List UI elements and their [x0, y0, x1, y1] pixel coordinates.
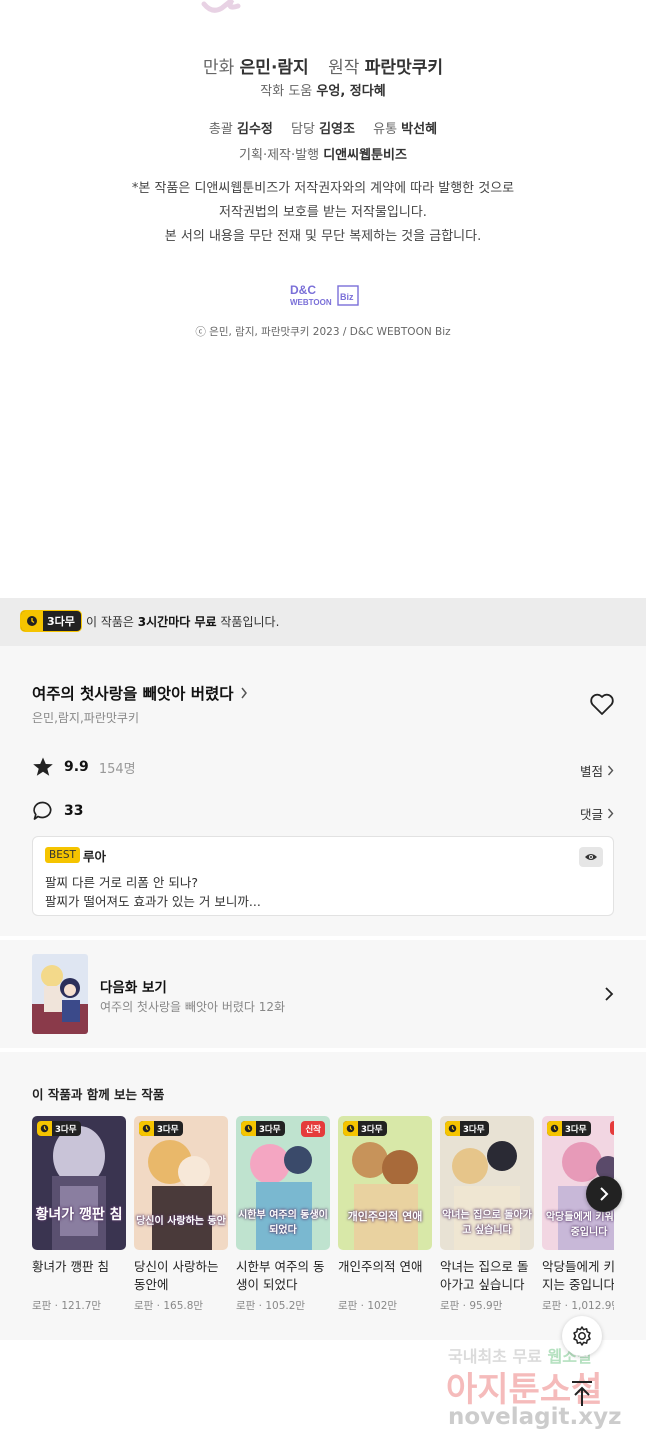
three-hour-free-badge: 3다무 — [37, 1121, 81, 1136]
recommendations-section: 이 작품과 함께 보는 작품 황녀가 깽판 침 3다무 황녀가 깽판 침 로판 … — [0, 1052, 646, 1340]
clock-icon — [139, 1121, 154, 1136]
cover-image: 개인주의적 연애 3다무 — [338, 1116, 432, 1250]
chevron-right-icon — [600, 1187, 609, 1201]
recommendation-card[interactable]: 시한부 여주의 동생이 되었다 3다무 신작 시한부 여주의 동생이 되었다 로… — [236, 1116, 330, 1313]
gear-icon — [573, 1326, 591, 1346]
recommendation-meta: 로판 · 105.2만 — [236, 1300, 306, 1312]
recommendation-meta: 로판 · 165.8만 — [134, 1300, 204, 1312]
chevron-right-icon — [607, 765, 614, 776]
rating-row: 9.9 154명 — [32, 756, 136, 778]
scroll-to-top-icon[interactable] — [568, 1378, 596, 1408]
comment-bubble-icon — [33, 801, 52, 820]
recommendation-card[interactable]: 개인주의적 연애 3다무 개인주의적 연애 로판 · 102만 — [338, 1116, 432, 1313]
comment-row: 33 — [32, 800, 83, 822]
dnc-webtoon-biz-logo: D&C WEBTOON Biz — [290, 283, 359, 307]
recommendation-title: 악녀는 집으로 돌아가고 싶습니다 — [440, 1259, 529, 1292]
work-info-section: 여주의 첫사랑을 빼앗아 버렸다 은민,람지,파란맛쿠키 9.9 154명 별점… — [0, 646, 646, 936]
rating-count: 154명 — [98, 761, 136, 777]
cover-image: 시한부 여주의 동생이 되었다 3다무 신작 — [236, 1116, 330, 1250]
recommendation-card[interactable]: 황녀가 깽판 침 3다무 황녀가 깽판 침 로판 · 121.7만 — [32, 1116, 126, 1313]
logo-biz-text: Biz — [340, 292, 354, 302]
clock-icon — [21, 611, 43, 631]
three-hour-free-badge: 3다무 — [20, 610, 82, 632]
next-episode-subtitle: 여주의 첫사랑을 빼앗아 버렸다 12화 — [100, 1000, 286, 1014]
best-tag: BEST — [45, 847, 80, 863]
work-title: 여주의 첫사랑을 빼앗아 버렸다 — [32, 685, 234, 703]
three-hour-free-badge: 3다무 — [445, 1121, 489, 1136]
clock-icon — [241, 1121, 256, 1136]
cover-image: 황녀가 깽판 침 3다무 — [32, 1116, 126, 1250]
recommendation-title: 황녀가 깽판 침 — [32, 1259, 109, 1274]
next-episode-row[interactable]: 다음화 보기 여주의 첫사랑을 빼앗아 버렸다 12화 — [0, 940, 646, 1048]
recommendation-meta: 로판 · 95.9만 — [440, 1300, 503, 1312]
recommendation-meta: 로판 · 1,012.9만 — [542, 1300, 614, 1312]
three-hour-free-badge: 3다무 — [343, 1121, 387, 1136]
decoration-ribbon-icon — [201, 0, 241, 13]
recommendation-card[interactable]: 악녀는 집으로 돌아가고 싶습니다 3다무 악녀는 집으로 돌아가고 싶습니다 … — [440, 1116, 534, 1313]
credits-section: 만화 은민·람지 원작 파란맛쿠키 작화 도움 우엉, 정다혜 총괄 김수정 담… — [0, 0, 646, 598]
rating-link[interactable]: 별점 — [580, 761, 614, 780]
recommendation-title: 악당들에게 키워지는 중입니다 — [542, 1259, 614, 1292]
clock-icon — [547, 1121, 562, 1136]
logo-main-text: D&C — [290, 283, 316, 297]
recommendation-meta: 로판 · 102만 — [338, 1300, 398, 1312]
new-flag: 신작 — [301, 1121, 325, 1137]
comment-text-line: 팔찌 다른 거로 리폼 안 되나? — [45, 875, 199, 890]
credit-line-publisher: 기획·제작·발행 디앤씨웹툰비즈 — [239, 148, 407, 163]
recommendation-card[interactable]: 악당들에게 키워지는 중입니다 3다무 UP 악당들에게 키워지는 중입니다 로… — [542, 1116, 614, 1313]
recommendation-title: 시한부 여주의 동생이 되었다 — [236, 1259, 325, 1292]
up-flag: UP — [609, 1121, 614, 1135]
chevron-right-icon — [240, 687, 247, 699]
comment-count: 33 — [64, 803, 84, 819]
three-hour-free-badge: 3다무 — [139, 1121, 183, 1136]
recommendation-card[interactable]: 당신이 사랑하는 동안 3다무 당신이 사랑하는 동안에 로판 · 165.8만 — [134, 1116, 228, 1313]
chevron-right-icon — [605, 987, 614, 1001]
credit-line-assist: 작화 도움 우엉, 정다혜 — [260, 84, 386, 99]
credit-line-artist: 만화 은민·람지 원작 파란맛쿠키 — [202, 58, 443, 78]
cover-image: 악녀는 집으로 돌아가고 싶습니다 3다무 — [440, 1116, 534, 1250]
comment-user: 루아 — [83, 849, 107, 864]
copyright-notice-line: *본 작품은 디앤씨웹툰비즈가 저작권자와의 계약에 따라 발행한 것으로 — [131, 181, 515, 196]
three-hour-free-badge: 3다무 — [547, 1121, 591, 1136]
eye-icon[interactable] — [579, 847, 603, 867]
comment-link[interactable]: 댓글 — [580, 804, 614, 823]
copyright-line: ⓒ 은민, 람지, 파란맛쿠키 2023 / D&C WEBTOON Biz — [195, 326, 451, 338]
recommendation-meta: 로판 · 121.7만 — [32, 1300, 102, 1312]
recommendation-title: 당신이 사랑하는 동안에 — [134, 1259, 219, 1292]
chevron-right-icon — [607, 808, 614, 819]
credit-line-staff: 총괄 김수정 담당 김영조 유통 박선혜 — [208, 122, 438, 137]
clock-icon — [445, 1121, 460, 1136]
clock-icon — [37, 1121, 52, 1136]
best-comment-card[interactable]: BEST 루아 팔찌 다른 거로 리폼 안 되나? 팔찌가 떨어져도 효과가 있… — [32, 836, 614, 916]
recommendations-list: 황녀가 깽판 침 3다무 황녀가 깽판 침 로판 · 121.7만 당신이 사랑… — [32, 1116, 614, 1326]
cover-image: 당신이 사랑하는 동안 3다무 — [134, 1116, 228, 1250]
carousel-next-button[interactable] — [586, 1176, 622, 1212]
comment-text-line: 팔찌가 떨어져도 효과가 있는 거 보니까... — [45, 894, 261, 909]
rating-value: 9.9 — [64, 759, 89, 775]
star-icon — [33, 757, 53, 776]
clock-icon — [343, 1121, 358, 1136]
work-title-link[interactable]: 여주의 첫사랑을 빼앗아 버렸다 — [32, 682, 248, 704]
recommendation-title: 개인주의적 연애 — [338, 1259, 423, 1274]
settings-gear-button[interactable] — [562, 1316, 602, 1356]
next-episode-thumbnail — [32, 954, 88, 1034]
logo-sub-text: WEBTOON — [290, 298, 332, 307]
recommendations-title: 이 작품과 함께 보는 작품 — [32, 1087, 165, 1102]
free-banner-text: 이 작품은 3시간마다 무료 작품입니다. — [86, 615, 280, 629]
copyright-notice-line: 본 서의 내용을 무단 전재 및 무단 복제하는 것을 금합니다. — [164, 229, 482, 244]
work-authors: 은민,람지,파란맛쿠키 — [32, 711, 139, 725]
copyright-notice-line: 저작권법의 보호를 받는 저작물입니다. — [219, 205, 427, 220]
favorite-heart-icon[interactable] — [588, 690, 616, 718]
three-hour-free-badge: 3다무 — [241, 1121, 285, 1136]
next-episode-label: 다음화 보기 — [100, 980, 167, 996]
free-banner: 3다무 이 작품은 3시간마다 무료 작품입니다. — [0, 598, 646, 646]
